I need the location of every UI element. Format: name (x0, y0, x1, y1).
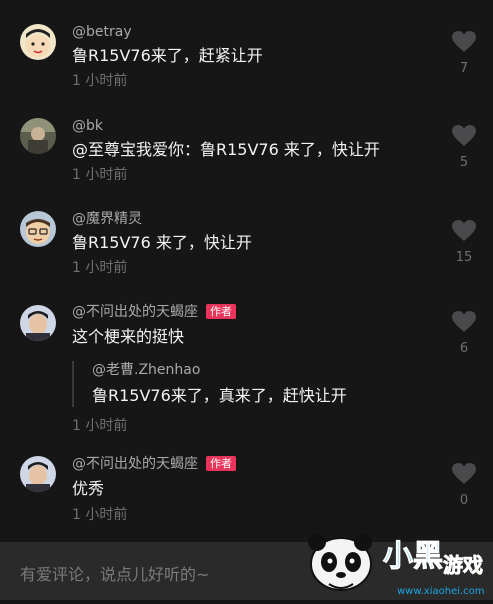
person-avatar-icon (20, 456, 56, 492)
comment-input[interactable]: 有爱评论，说点儿好听的~ (20, 561, 209, 585)
like-button[interactable]: 15 (451, 220, 477, 266)
reply-username[interactable]: @老曹.Zhenhao (92, 361, 347, 379)
comment-username[interactable]: @魔界精灵 (72, 210, 142, 228)
like-button[interactable]: 0 (451, 463, 477, 509)
comment-item: @不问出处的天蝎座 作者 优秀 1 小时前 0 (0, 0, 493, 523)
username-text[interactable]: @bk (72, 118, 103, 134)
comment-list: @betray 鲁R15V76来了，赶紧让开 1 小时前 7 @bk @至尊宝我… (0, 0, 493, 540)
username-text[interactable]: @不问出处的天蝎座 (72, 304, 198, 320)
username-text[interactable]: @魔界精灵 (72, 211, 142, 227)
comment-text: 鲁R15V76 来了，快让开 (72, 233, 252, 252)
like-button[interactable]: 5 (451, 125, 477, 171)
panda-logo-icon: 小黑 游戏 www.xiaohei.com (308, 533, 485, 597)
username-text[interactable]: @不问出处的天蝎座 (72, 456, 198, 472)
comment-username[interactable]: @bk (72, 117, 103, 135)
author-badge: 作者 (206, 456, 236, 471)
author-badge: 作者 (206, 304, 236, 319)
comment-time: 1 小时前 (72, 418, 128, 434)
watermark-logo: 小黑 游戏 www.xiaohei.com (293, 520, 493, 600)
avatar[interactable] (20, 456, 56, 492)
comment-text: @至尊宝我爱你：鲁R15V76 来了，快让开 (72, 140, 380, 159)
heart-icon[interactable] (452, 311, 476, 333)
photo-avatar-icon (20, 118, 56, 154)
comment-time: 1 小时前 (72, 260, 128, 276)
avatar[interactable] (20, 211, 56, 247)
comment-text: 优秀 (72, 479, 105, 498)
comment-time: 1 小时前 (72, 507, 128, 523)
like-count: 6 (459, 341, 469, 356)
person-avatar-icon (20, 305, 56, 341)
heart-icon[interactable] (452, 220, 476, 242)
svg-text:www.xiaohei.com: www.xiaohei.com (397, 586, 485, 597)
comment-username[interactable]: @不问出处的天蝎座 作者 (72, 303, 236, 321)
avatar[interactable] (20, 305, 56, 341)
avatar[interactable] (20, 118, 56, 154)
comment-username[interactable]: @不问出处的天蝎座 作者 (72, 455, 236, 473)
comment-text: 这个梗来的挺快 (72, 327, 185, 346)
reply-quote[interactable]: @老曹.Zhenhao 鲁R15V76来了，真来了，赶快让开 (72, 361, 347, 407)
like-button[interactable]: 6 (451, 311, 477, 357)
like-count: 15 (455, 250, 473, 265)
brand-text: 游戏 (443, 553, 483, 577)
like-count: 0 (459, 493, 469, 508)
svg-text:小黑: 小黑 (383, 539, 443, 574)
heart-icon[interactable] (452, 125, 476, 147)
heart-icon[interactable] (452, 463, 476, 485)
like-count: 5 (459, 155, 469, 170)
comment-time: 1 小时前 (72, 167, 128, 183)
cartoon-man-icon (20, 211, 56, 247)
reply-text: 鲁R15V76来了，真来了，赶快让开 (92, 386, 347, 405)
